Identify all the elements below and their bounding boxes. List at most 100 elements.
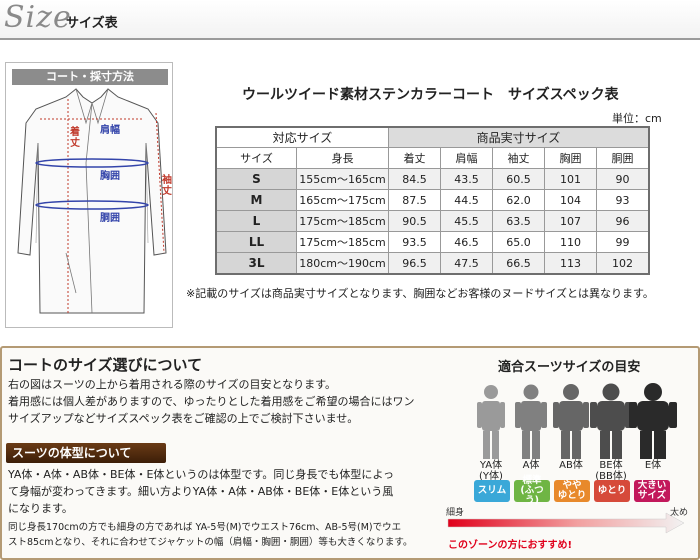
table-cell: 93: [596, 189, 649, 211]
figure-label: YA体: [479, 460, 503, 471]
table-cell: 102: [596, 252, 649, 274]
slim-label: 細身: [446, 508, 465, 518]
size-cell: LL: [216, 231, 297, 253]
table-cell: 47.5: [440, 252, 493, 274]
table-cell: 63.5: [492, 210, 545, 232]
figure-ab-icon: [553, 384, 589, 459]
figure-label: A体: [522, 460, 540, 471]
table-row: L 175cm～185cm 90.5 45.5 63.5 107 96: [216, 210, 649, 232]
figure-ya-icon: [477, 385, 505, 459]
figure-label: AB体: [559, 460, 583, 471]
table-cell: 155cm～165cm: [296, 168, 389, 190]
table-cell: 90.5: [388, 210, 441, 232]
label-chest: 胸囲: [100, 171, 120, 182]
label-shoulder: 肩幅: [100, 125, 120, 136]
table-cell: 46.5: [440, 231, 493, 253]
figure-label: BE体: [599, 460, 623, 471]
table-cell: 65.0: [492, 231, 545, 253]
unit-label: 単位：cm: [612, 112, 662, 125]
figure-label-ab: AB体: [551, 460, 591, 471]
label-length: 着丈: [70, 127, 80, 149]
table-group-header: 対応サイズ 商品実寸サイズ: [216, 127, 649, 148]
table-cell: 101: [544, 168, 597, 190]
tag-loose: ゆとり: [594, 480, 630, 502]
figure-e-icon: [629, 383, 677, 459]
figure-label-be: BE体 (BB体): [591, 460, 631, 482]
table-cell: 175cm～185cm: [296, 231, 389, 253]
type-line: YA体・A体・AB体・BE体・E体というのは体型です。同じ身長でも体型によっ: [8, 468, 395, 481]
table-cell: 93.5: [388, 231, 441, 253]
header-bar: Size サイズ表: [0, 0, 700, 40]
col-header: 身長: [296, 147, 389, 169]
figure-a-icon: [515, 384, 547, 459]
figure-label-a: A体: [511, 460, 551, 471]
type-line: になります。: [8, 502, 73, 515]
page-subtitle: サイズ表: [66, 16, 118, 31]
recommend-text: このゾーンの方におすすめ!: [448, 540, 573, 551]
table-cell: 165cm～175cm: [296, 189, 389, 211]
tag-standard: 標準 (ふつう): [514, 476, 550, 506]
table-cell: 44.5: [440, 189, 493, 211]
figure-label: E体: [644, 460, 662, 471]
example-text: 同じ身長170cmの方でも細身の方であれば YA-5号(M)でウエスト76cm、…: [8, 520, 448, 550]
size-logo: Size: [4, 0, 72, 35]
example-line: スト85cmとなり、それに合わせてジャケットの幅（肩幅・胸囲・胴囲）等も大きくな…: [8, 537, 413, 548]
table-cell: 96: [596, 210, 649, 232]
table-row: LL 175cm～185cm 93.5 46.5 65.0 110 99: [216, 231, 649, 253]
example-line: 同じ身長170cmの方でも細身の方であれば YA-5号(M)でウエスト76cm、…: [8, 522, 402, 533]
size-cell: 3L: [216, 252, 297, 274]
figure-be-icon: [590, 383, 632, 459]
type-line: て身幅が変わってきます。細い方よりYA体・A体・AB体・BE体・E体という風: [8, 485, 394, 498]
table-cell: 62.0: [492, 189, 545, 211]
about-line: 着用感には個人差がありますので、ゆったりとした着用感をご希望の場合にはワン: [8, 395, 415, 408]
about-title: コートのサイズ選びについて: [8, 356, 203, 374]
body-type-badge: スーツの体型について: [6, 443, 166, 463]
diagram-title: コート・採寸方法: [12, 69, 168, 85]
figure-label-e: E体: [633, 460, 673, 471]
size-cell: M: [216, 189, 297, 211]
col-header: 胴囲: [596, 147, 649, 169]
col-header: 胸囲: [544, 147, 597, 169]
fit-guide-title: 適合スーツサイズの目安: [498, 360, 641, 375]
figure-label-ya: YA体 (Y体): [471, 460, 511, 482]
table-cell: 90: [596, 168, 649, 190]
about-text: 右の図はスーツの上から着用される際のサイズの目安となります。 着用感には個人差が…: [8, 376, 448, 427]
tag-slim: スリム: [474, 480, 510, 502]
table-cell: 84.5: [388, 168, 441, 190]
table-cell: 96.5: [388, 252, 441, 274]
table-note: ※記載のサイズは商品実寸サイズとなります、胸囲などお客様のヌードサイズとは異なり…: [186, 287, 654, 300]
about-line: サイズアップなどサイズスペック表をご確認の上でご検討下さいませ。: [8, 412, 359, 425]
table-cell: 175cm～185cm: [296, 210, 389, 232]
about-line: 右の図はスーツの上から着用される際のサイズの目安となります。: [8, 378, 337, 391]
label-waist: 胴囲: [100, 213, 120, 224]
table-row: S 155cm～165cm 84.5 43.5 60.5 101 90: [216, 168, 649, 190]
table-cell: 104: [544, 189, 597, 211]
col-header: 袖丈: [492, 147, 545, 169]
size-cell: L: [216, 210, 297, 232]
tag-large: 大きい サイズ: [634, 480, 670, 502]
table-title: ウールツイード素材ステンカラーコート サイズスペック表: [242, 87, 619, 103]
size-spec-table: 対応サイズ 商品実寸サイズ サイズ 身長 着丈 肩幅 袖丈 胸囲 胴囲 S 15…: [215, 126, 650, 275]
group-header-size: 対応サイズ: [216, 127, 389, 148]
col-header: 着丈: [388, 147, 441, 169]
tag-roomy: やや ゆとり: [554, 480, 590, 502]
table-cell: 60.5: [492, 168, 545, 190]
table-cell: 107: [544, 210, 597, 232]
col-header: 肩幅: [440, 147, 493, 169]
table-cell: 99: [596, 231, 649, 253]
table-cell: 66.5: [492, 252, 545, 274]
col-header: サイズ: [216, 147, 297, 169]
group-header-actual: 商品実寸サイズ: [388, 127, 649, 148]
table-cell: 110: [544, 231, 597, 253]
table-column-header: サイズ 身長 着丈 肩幅 袖丈 胸囲 胴囲: [216, 147, 649, 169]
coat-measurement-diagram: コート・採寸方法 着丈 肩幅 胸囲 胴囲 袖丈: [5, 62, 173, 328]
table-row: 3L 180cm～190cm 96.5 47.5 66.5 113 102: [216, 252, 649, 274]
table-cell: 45.5: [440, 210, 493, 232]
coat-illustration: [17, 88, 167, 314]
table-cell: 113: [544, 252, 597, 274]
label-sleeve: 袖丈: [162, 175, 172, 197]
size-cell: S: [216, 168, 297, 190]
table-cell: 87.5: [388, 189, 441, 211]
large-label: 太め: [670, 508, 689, 518]
table-row: M 165cm～175cm 87.5 44.5 62.0 104 93: [216, 189, 649, 211]
